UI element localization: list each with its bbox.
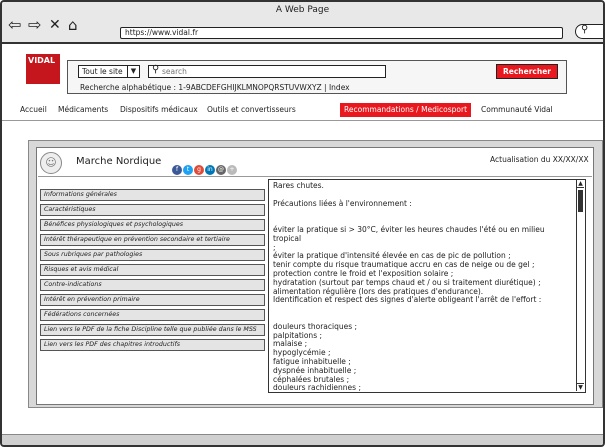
twitter-icon[interactable]: t bbox=[183, 165, 193, 175]
main-nav: Accueil Médicaments Dispositifs médicaux… bbox=[2, 103, 603, 117]
vidal-logo[interactable]: VIDAL bbox=[26, 54, 60, 84]
scroll-up-arrow-icon[interactable]: ▲ bbox=[577, 180, 584, 188]
menu-item-informations[interactable]: Informations générales bbox=[40, 189, 265, 201]
chevron-down-icon[interactable]: ▼ bbox=[127, 66, 139, 77]
menu-item-contre-indications[interactable]: Contre-indications bbox=[40, 279, 265, 291]
update-date: Actualisation du XX/XX/XX bbox=[490, 155, 589, 164]
nav-item-recommandations[interactable]: Recommandations / Medicosport bbox=[340, 103, 472, 117]
scrollbar[interactable]: ▲ ▼ bbox=[576, 180, 585, 391]
text-line: douleurs rachidiennes ; bbox=[273, 383, 361, 393]
footer-bar bbox=[2, 434, 603, 445]
scroll-thumb[interactable] bbox=[578, 190, 583, 212]
nav-item-medicaments[interactable]: Médicaments bbox=[58, 103, 108, 117]
header-divider bbox=[38, 176, 592, 177]
window-title: A Web Page bbox=[275, 5, 330, 15]
text-line: Identification et respect des signes d'a… bbox=[273, 295, 542, 305]
scroll-down-arrow-icon[interactable]: ▼ bbox=[577, 383, 584, 391]
nav-item-dispositifs[interactable]: Dispositifs médicaux bbox=[120, 103, 198, 117]
scope-select[interactable]: Tout le site ▼ bbox=[78, 65, 140, 78]
url-bar[interactable]: https://www.vidal.fr bbox=[120, 27, 563, 39]
text-line: Précautions liées à l'environnement : bbox=[273, 198, 412, 208]
sport-icon: ☺ bbox=[40, 152, 62, 174]
menu-item-interet-therapeutique[interactable]: Intérêt thérapeutique en prévention seco… bbox=[40, 234, 265, 246]
page-title: Marche Nordique bbox=[76, 156, 162, 167]
linkedin-icon[interactable]: in bbox=[205, 165, 215, 175]
text-line bbox=[273, 208, 573, 217]
menu-item-risques[interactable]: Risques et avis médical bbox=[40, 264, 265, 276]
search-panel: Tout le site ▼ ⚲ Rechercher Recherche al… bbox=[67, 60, 567, 94]
nav-item-accueil[interactable]: Accueil bbox=[20, 103, 47, 117]
content-text-pane[interactable]: Rares chutes. Précautions liées à l'envi… bbox=[268, 179, 586, 393]
nav-divider bbox=[2, 120, 603, 121]
facebook-icon[interactable]: f bbox=[172, 165, 182, 175]
email-icon[interactable]: @ bbox=[216, 165, 226, 175]
menu-item-pdf-fiche[interactable]: Lien vers le PDF de la fiche Discipline … bbox=[40, 324, 265, 336]
share-icon[interactable]: + bbox=[227, 165, 237, 175]
url-text: https://www.vidal.fr bbox=[125, 28, 199, 37]
search-icon: ⚲ bbox=[581, 24, 589, 35]
search-input[interactable] bbox=[162, 66, 377, 76]
browser-window: A Web Page ⇦ ⇨ ✕ ⌂ https://www.vidal.fr … bbox=[0, 0, 605, 447]
back-icon[interactable]: ⇦ bbox=[8, 17, 21, 33]
search-field[interactable]: ⚲ bbox=[148, 64, 386, 78]
text-line: palpitations ; bbox=[273, 330, 323, 340]
menu-item-caracteristiques[interactable]: Caractéristiques bbox=[40, 204, 265, 216]
google-plus-icon[interactable]: g bbox=[194, 165, 204, 175]
close-icon[interactable]: ✕ bbox=[49, 17, 61, 33]
nav-item-outils[interactable]: Outils et convertisseurs bbox=[207, 103, 296, 117]
nav-item-communaute[interactable]: Communauté Vidal bbox=[481, 103, 553, 117]
menu-item-federations[interactable]: Fédérations concernées bbox=[40, 309, 265, 321]
alphabetical-index[interactable]: Recherche alphabétique : 1-9ABCDEFGHIJKL… bbox=[80, 83, 350, 92]
menu-item-benefices[interactable]: Bénéfices physiologiques et psychologiqu… bbox=[40, 219, 265, 231]
menu-item-prevention-primaire[interactable]: Intérêt en prévention primaire bbox=[40, 294, 265, 306]
menu-item-sous-rubriques[interactable]: Sous rubriques par pathologies bbox=[40, 249, 265, 261]
search-icon: ⚲ bbox=[152, 64, 160, 75]
search-button[interactable]: Rechercher bbox=[496, 64, 558, 79]
text-line: Rares chutes. bbox=[273, 181, 324, 190]
content-text: Rares chutes. Précautions liées à l'envi… bbox=[273, 181, 573, 393]
browser-search-field[interactable]: ⚲ bbox=[575, 24, 603, 39]
scope-select-value: Tout le site bbox=[82, 67, 123, 76]
browser-titlebar: A Web Page ⇦ ⇨ ✕ ⌂ https://www.vidal.fr … bbox=[2, 2, 603, 44]
section-menu: Informations générales Caractéristiques … bbox=[40, 189, 265, 354]
forward-icon[interactable]: ⇨ bbox=[28, 17, 41, 33]
text-line bbox=[273, 305, 573, 314]
menu-item-pdf-chapitres[interactable]: Lien vers les PDF des chapitres introduc… bbox=[40, 339, 265, 351]
text-line: éviter la pratique si > 30°C, éviter les… bbox=[273, 224, 545, 243]
home-icon[interactable]: ⌂ bbox=[68, 17, 78, 33]
social-share-buttons: f t g in @ + bbox=[172, 156, 238, 175]
